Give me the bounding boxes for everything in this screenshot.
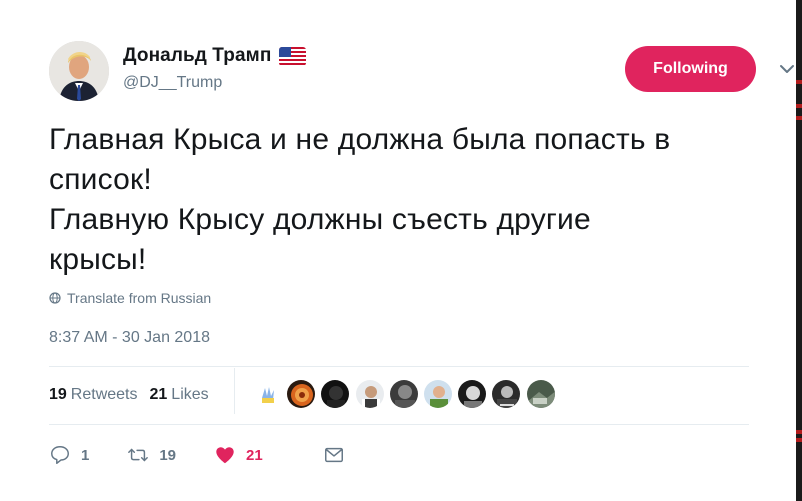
stats-separator bbox=[234, 368, 235, 414]
tweet-text: Главная Крыса и не должна была попасть в… bbox=[49, 123, 671, 276]
liker-avatar[interactable] bbox=[388, 379, 419, 409]
liker-avatar[interactable] bbox=[286, 379, 317, 409]
retweets-stat[interactable]: 19 Retweets bbox=[49, 386, 138, 404]
heart-icon bbox=[216, 447, 234, 464]
liker-avatars bbox=[252, 379, 560, 409]
globe-icon bbox=[49, 292, 61, 304]
divider bbox=[49, 366, 749, 367]
retweets-count: 19 bbox=[49, 386, 67, 403]
translate-label: Translate from Russian bbox=[67, 290, 212, 306]
chevron-down-icon[interactable] bbox=[777, 59, 797, 79]
liker-avatar[interactable] bbox=[354, 379, 385, 409]
retweet-action[interactable]: 19 bbox=[127, 444, 176, 466]
tweet-timestamp[interactable]: 8:37 AM - 30 Jan 2018 bbox=[49, 329, 210, 347]
us-flag-icon bbox=[279, 46, 307, 66]
reply-icon bbox=[51, 446, 69, 464]
retweet-count: 19 bbox=[159, 446, 177, 464]
liker-avatar[interactable] bbox=[457, 379, 488, 409]
like-count: 21 bbox=[246, 446, 263, 464]
translate-link[interactable]: Translate from Russian bbox=[49, 290, 211, 306]
liker-avatar[interactable] bbox=[491, 379, 522, 409]
reply-count: 1 bbox=[81, 446, 90, 464]
divider bbox=[49, 424, 749, 425]
tweet-card: Дональд Трамп @DJ__Trump Following Главн… bbox=[0, 0, 802, 501]
retweets-label: Retweets bbox=[70, 386, 138, 403]
direct-message-action[interactable] bbox=[323, 444, 345, 466]
likes-label: Likes bbox=[171, 386, 209, 403]
liker-avatar[interactable] bbox=[422, 379, 453, 409]
window-edge bbox=[796, 0, 802, 501]
tweet-stats: 19 Retweets 21 Likes bbox=[49, 373, 221, 417]
user-handle[interactable]: @DJ__Trump bbox=[123, 74, 306, 92]
liker-avatar[interactable] bbox=[252, 379, 282, 409]
envelope-icon bbox=[324, 447, 343, 463]
display-name[interactable]: Дональд Трамп bbox=[123, 45, 271, 67]
tweet-actions: 1 19 21 bbox=[49, 441, 345, 469]
tweet-header: Дональд Трамп @DJ__Trump Following bbox=[49, 41, 794, 101]
avatar[interactable] bbox=[49, 41, 109, 101]
following-button[interactable]: Following bbox=[625, 46, 756, 92]
likes-count: 21 bbox=[149, 386, 168, 403]
reply-action[interactable]: 1 bbox=[49, 444, 89, 466]
likes-stat[interactable]: 21 Likes bbox=[150, 386, 209, 404]
user-names: Дональд Трамп @DJ__Trump bbox=[123, 44, 307, 92]
profile-photo bbox=[49, 41, 109, 101]
retweet-icon bbox=[128, 448, 149, 462]
like-action[interactable]: 21 bbox=[214, 444, 263, 466]
liker-avatar[interactable] bbox=[525, 379, 556, 409]
liker-avatar[interactable] bbox=[320, 379, 351, 409]
